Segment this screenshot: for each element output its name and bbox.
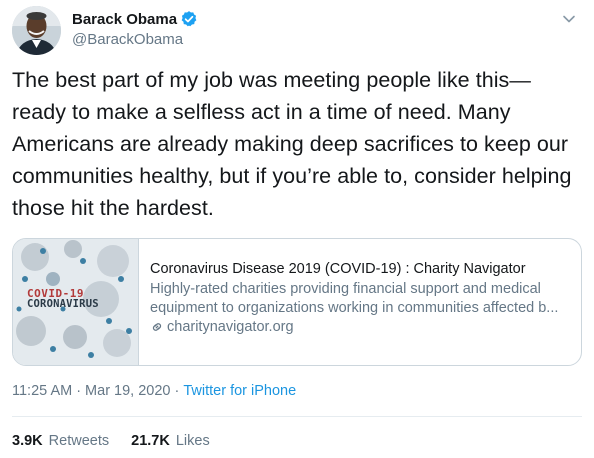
tweet-meta: 11:25 AM · Mar 19, 2020 · Twitter for iP…: [12, 383, 296, 399]
tweet-date[interactable]: Mar 19, 2020: [85, 383, 170, 399]
link-icon: [150, 320, 164, 334]
likes-label: Likes: [175, 433, 210, 449]
tweet-stats: 3.9K Retweets 21.7K Likes: [12, 433, 232, 449]
tweet-header: Barack Obama @BarackObama: [12, 6, 582, 56]
link-card[interactable]: COVID-19 CORONAVIRUS Coronavirus Disease…: [12, 238, 582, 366]
display-name-row: Barack Obama: [72, 8, 198, 30]
chevron-down-icon[interactable]: [560, 10, 578, 28]
card-description: Highly-rated charities providing financi…: [150, 280, 570, 318]
card-domain-text: charitynavigator.org: [167, 319, 294, 335]
card-body: Coronavirus Disease 2019 (COVID-19) : Ch…: [139, 239, 581, 365]
retweets-stat[interactable]: 3.9K Retweets: [12, 433, 109, 449]
card-domain: charitynavigator.org: [150, 319, 569, 335]
card-description-line: equipment to organizations working in co…: [150, 300, 559, 316]
verified-badge-icon: [180, 10, 198, 28]
card-title: Coronavirus Disease 2019 (COVID-19) : Ch…: [150, 261, 526, 277]
tweet-source-link[interactable]: Twitter for iPhone: [183, 383, 296, 399]
tweet-text: The best part of my job was meeting peop…: [12, 68, 572, 220]
meta-separator: ·: [174, 383, 180, 399]
divider: [12, 416, 582, 417]
likes-stat[interactable]: 21.7K Likes: [131, 433, 210, 449]
avatar[interactable]: [12, 6, 61, 55]
retweets-count: 3.9K: [12, 433, 43, 449]
author-names: Barack Obama @BarackObama: [72, 8, 198, 48]
tweet-time[interactable]: 11:25 AM: [12, 383, 72, 399]
handle[interactable]: @BarackObama: [72, 31, 198, 48]
card-description-line: Highly-rated charities providing financi…: [150, 281, 541, 297]
display-name[interactable]: Barack Obama: [72, 11, 177, 28]
likes-count: 21.7K: [131, 433, 170, 449]
card-image[interactable]: COVID-19 CORONAVIRUS: [13, 239, 139, 365]
retweets-label: Retweets: [48, 433, 110, 449]
meta-separator: ·: [76, 383, 82, 399]
card-image-label: COVID-19 CORONAVIRUS: [27, 288, 99, 310]
card-image-label-line2: CORONAVIRUS: [27, 298, 99, 310]
